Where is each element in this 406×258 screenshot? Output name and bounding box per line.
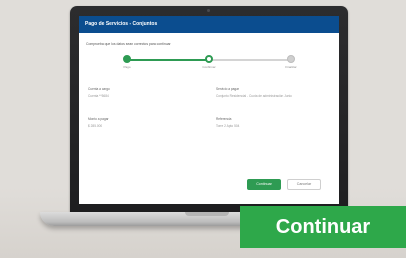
field-reference: Referencia Torre 2 Apto 504 [216, 117, 326, 129]
screen-cancel-button[interactable]: Cancelar [287, 179, 321, 190]
laptop-hinge-notch [185, 212, 229, 216]
field-amount-value: $ 285.000 [88, 124, 103, 128]
field-service-label: Servicio a pagar [216, 87, 240, 91]
step-2: Confirmar [179, 55, 239, 69]
step-2-indicator [205, 55, 213, 63]
field-account-label: Cuenta a cargo [88, 87, 110, 91]
step-3-label: Finalizar [285, 65, 297, 69]
progress-stepper: Pago Confirmar Finalizar [89, 55, 329, 75]
step-2-label: Confirmar [202, 65, 216, 69]
step-3: Finalizar [261, 55, 321, 69]
field-service: Servicio a pagar Conjunto Residencial - … [216, 87, 326, 99]
step-1-indicator [123, 55, 131, 63]
laptop: Pago de Servicios - Conjuntos Comprueba … [70, 6, 348, 212]
webcam [207, 9, 210, 12]
screen-continue-button[interactable]: Continuar [247, 179, 281, 190]
field-reference-value: Torre 2 Apto 504 [216, 124, 240, 128]
field-service-value: Conjunto Residencial - Cuota de administ… [216, 94, 292, 98]
app-title: Pago de Servicios - Conjuntos [85, 21, 158, 27]
laptop-screen: Pago de Servicios - Conjuntos Comprueba … [79, 16, 339, 204]
continue-button[interactable]: Continuar [240, 206, 406, 248]
field-amount-label: Monto a pagar [88, 117, 109, 121]
field-account: Cuenta a cargo Cuenta **5684 [88, 87, 198, 99]
step-1-label: Pago [123, 65, 131, 69]
intro-text: Comprueba que los datos sean correctos p… [86, 42, 171, 46]
app-body: Comprueba que los datos sean correctos p… [79, 33, 339, 204]
field-amount: Monto a pagar $ 285.000 [88, 117, 198, 129]
step-1: Pago [97, 55, 157, 69]
app-header: Pago de Servicios - Conjuntos [79, 16, 339, 33]
step-3-indicator [287, 55, 295, 63]
field-reference-label: Referencia [216, 117, 232, 121]
field-account-value: Cuenta **5684 [88, 94, 109, 98]
